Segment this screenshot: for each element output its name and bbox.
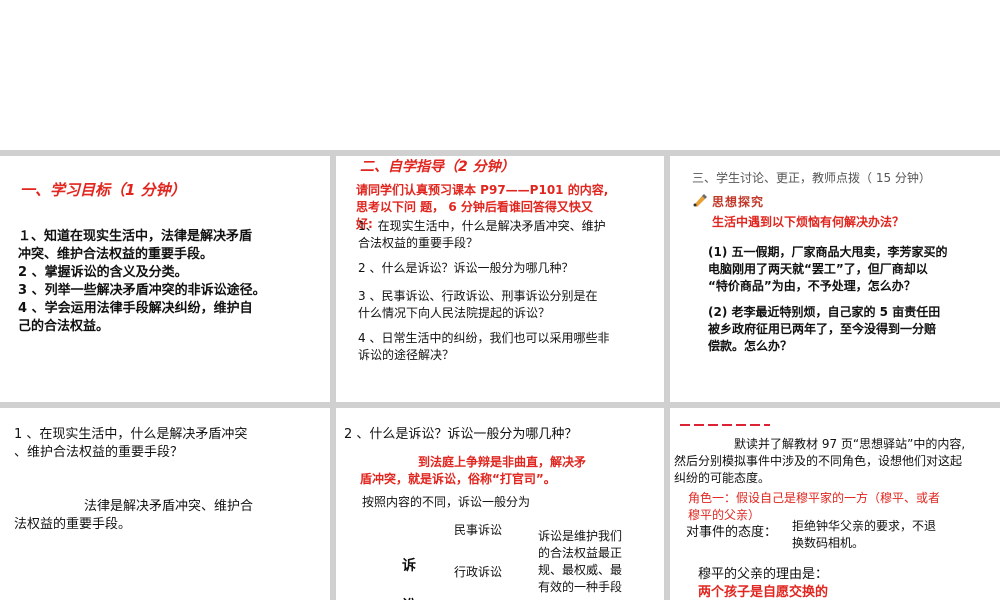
answer-text: 法律是解决矛盾冲突、维护合	[84, 499, 254, 514]
case-one: (1) 五一假期，厂家商品大甩卖，李芳家买的 电脑刚用了两天就“罢工”了，但厂商…	[708, 244, 988, 295]
case-line: 被乡政府征用已两年了，至今没得到一分赔	[708, 322, 937, 336]
panel-self-study: 二、自学指导（2 分钟） 请同学们认真预习课本 P97——P101 的内容, 思…	[336, 156, 664, 402]
question-text: 2 、什么是诉讼？诉讼一般分为哪几种？	[344, 427, 578, 442]
section-header: 三、学生讨论、更正，教师点拨（ 15 分钟）	[692, 171, 931, 185]
subtitle: 生活中遇到以下烦恼有何解决办法？	[712, 215, 905, 229]
goal-line: 2 、掌握诉讼的含义及分类。	[18, 265, 188, 280]
panel-litigation: 2 、什么是诉讼？诉讼一般分为哪几种？ 到法庭上争辩是非曲直，解决矛 盾冲突，就…	[336, 408, 664, 600]
intro-line: 纠纷的可能态度。	[674, 471, 771, 485]
question-text: 3 、民事诉讼、行政诉讼、刑事诉讼分别是在	[358, 289, 598, 303]
panel-title: 一、学习目标（1 分钟）	[20, 181, 186, 199]
note-line: 有效的一种手段	[538, 580, 623, 594]
goal-line: 己的合法权益。	[18, 319, 110, 334]
type-civil: 民事诉讼	[454, 523, 503, 537]
case-line: 电脑刚用了两天就“罢工”了，但厂商却以	[708, 262, 928, 276]
answer-block: 法律是解决矛盾冲突、维护合 法权益的重要手段。	[14, 498, 324, 534]
definition-line: 盾冲突，就是诉讼，俗称“打官司”。	[360, 472, 556, 486]
goal-line: 冲突、维护合法权益的重要手段。	[18, 247, 214, 262]
panel-discussion: 三、学生讨论、更正，教师点拨（ 15 分钟） 思想探究 生活中遇到以下烦恼有何解…	[670, 156, 1000, 402]
intro-line: 然后分别模拟事件中涉及的不同角色，设想他们对这起	[674, 454, 963, 468]
question-text: 1 、在现实生活中，什么是解决矛盾冲突	[14, 427, 248, 442]
instruction-line: 思考以下问 题， 6 分钟后看谁回答得又快又	[356, 200, 593, 214]
badge-label: 思想探究	[712, 195, 765, 209]
question-text: 4 、日常生活中的纠纷，我们也可以采用哪些非	[358, 331, 610, 345]
panel-title: 二、自学指导（2 分钟）	[360, 159, 515, 175]
question-list: 1、在现实生活中，什么是解决矛盾冲突、维护 合法权益的重要手段？ 2 、什么是诉…	[358, 218, 658, 364]
panel-answer-one: 1 、在现实生活中，什么是解决矛盾冲突 、维护合法权益的重要手段？ 法律是解决矛…	[0, 408, 330, 600]
question-text: 什么情况下向人民法院提起的诉讼？	[358, 306, 551, 320]
question-text: 、维护合法权益的重要手段？	[14, 445, 184, 460]
intro-text: 默读并了解教材 97 页“思想驿站”中的内容, 然后分别模拟事件中涉及的不同角色…	[674, 436, 998, 487]
litigation-note: 诉讼是维护我们 的合法权益最正 规、最权威、最 有效的一种手段	[538, 528, 648, 596]
question-block: 1 、在现实生活中，什么是解决矛盾冲突 、维护合法权益的重要手段？	[14, 426, 324, 462]
classify-text: 按照内容的不同，诉讼一般分为	[362, 495, 531, 509]
reason-text: 两个孩子是自愿交换的	[698, 585, 829, 600]
note-line: 的合法权益最正	[538, 546, 623, 560]
goals-list: １、知道在现实生活中，法律是解决矛盾 冲突、维护合法权益的重要手段。 2 、掌握…	[18, 228, 323, 336]
question-text: 诉讼的途径解决？	[358, 348, 455, 362]
pencil-icon	[692, 192, 708, 211]
question-item: 2 、什么是诉讼？诉讼一般分为哪几种？	[358, 260, 658, 277]
badge-row: 思想探究	[692, 192, 764, 211]
case-line: (2) 老李最近特别烦，自己家的 5 亩责任田	[708, 305, 941, 319]
goal-line: 3 、列举一些解决矛盾冲突的非诉讼途径。	[18, 283, 266, 298]
question-text: 1、在现实生活中，什么是解决矛盾冲突、维护	[358, 219, 606, 233]
instruction-line: 请同学们认真预习课本 P97——P101 的内容,	[356, 183, 609, 197]
goal-line: 4 、学会运用法律手段解决纠纷，维护自	[18, 301, 253, 316]
reason-label: 穆平的父亲的理由是：	[698, 567, 829, 582]
intro-line: 默读并了解教材 97 页“思想驿站”中的内容,	[734, 437, 966, 451]
question-item: 1、在现实生活中，什么是解决矛盾冲突、维护 合法权益的重要手段？	[358, 218, 658, 252]
case-line: 偿款。怎么办？	[708, 339, 793, 353]
type-administrative: 行政诉讼	[454, 565, 503, 579]
panel-learning-goals: 一、学习目标（1 分钟） １、知道在现实生活中，法律是解决矛盾 冲突、维护合法权…	[0, 156, 330, 402]
decorative-divider	[680, 424, 770, 426]
definition-line: 到法庭上争辩是非曲直，解决矛	[418, 455, 587, 469]
question-text: 合法权益的重要手段？	[358, 236, 479, 250]
note-line: 诉讼是维护我们	[538, 529, 623, 543]
panel-role-play: 默读并了解教材 97 页“思想驿站”中的内容, 然后分别模拟事件中涉及的不同角色…	[670, 408, 1000, 600]
case-line: (1) 五一假期，厂家商品大甩卖，李芳家买的	[708, 245, 948, 259]
litigation-definition: 到法庭上争辩是非曲直，解决矛 盾冲突，就是诉讼，俗称“打官司”。	[360, 454, 650, 488]
case-two: (2) 老李最近特别烦，自己家的 5 亩责任田 被乡政府征用已两年了，至今没得到…	[708, 304, 988, 355]
attitude-line: 拒绝钟华父亲的要求，不退	[792, 519, 937, 533]
goal-line: １、知道在现实生活中，法律是解决矛盾	[18, 229, 253, 244]
answer-text: 法权益的重要手段。	[14, 517, 132, 532]
case-line: “特价商品”为由，不予处理，怎么办？	[708, 279, 916, 293]
question-item: 4 、日常生活中的纠纷，我们也可以采用哪些非 诉讼的途径解决？	[358, 330, 658, 364]
attitude-line: 换数码相机。	[792, 536, 865, 550]
question-item: 3 、民事诉讼、行政诉讼、刑事诉讼分别是在 什么情况下向人民法院提起的诉讼？	[358, 288, 658, 322]
attitude-text: 拒绝钟华父亲的要求，不退 换数码相机。	[792, 518, 992, 552]
question-text: 2 、什么是诉讼？诉讼一般分为哪几种？	[358, 261, 574, 275]
attitude-label: 对事件的态度：	[686, 525, 778, 540]
vertical-label: 诉讼	[402, 558, 416, 600]
role-line: 角色一：假设自己是穆平家的一方（穆平、或者	[688, 491, 941, 505]
note-line: 规、最权威、最	[538, 563, 623, 577]
